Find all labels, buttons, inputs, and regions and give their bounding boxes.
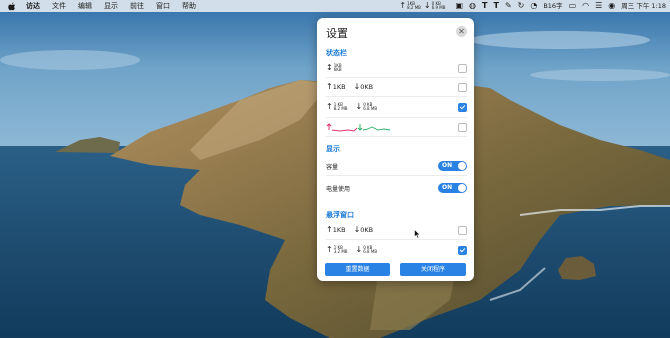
option3-up-bottom: 8.2 MB — [333, 106, 348, 111]
statusbar-option-1-checkbox[interactable] — [458, 64, 467, 73]
statusbar-option-4-checkbox[interactable] — [458, 123, 467, 132]
net-down-bottom: 6.9 MB — [431, 5, 446, 10]
option2-up: 1KB — [332, 83, 346, 91]
statusbar-option-1[interactable]: ↕ 1KB 6KB — [326, 59, 467, 78]
upload-arrow-icon: ↑ — [399, 1, 407, 10]
menu-edit[interactable]: 编辑 — [78, 0, 92, 12]
updown-arrow-icon: ↕ — [326, 63, 333, 72]
battery-toggle[interactable]: ON — [438, 183, 467, 193]
floating1-down: 0KB — [360, 226, 374, 234]
section-floating-title: 悬浮窗口 — [326, 211, 354, 219]
floating2-up-bottom: 3.2 MB — [333, 249, 348, 254]
battery-toggle-label: ON — [442, 184, 453, 191]
menubar-clock[interactable]: 周三 下午 1:18 — [621, 0, 666, 12]
option3-down-bottom: 6.8 MB — [363, 106, 378, 111]
menu-view[interactable]: 显示 — [104, 0, 118, 12]
statusbar-option-2[interactable]: ↑ 1KB ↓ 0KB — [326, 78, 467, 97]
floating-option-2-checkbox[interactable] — [458, 246, 467, 255]
option2-down: 0KB — [360, 83, 374, 91]
user-icon[interactable]: ◉ — [608, 0, 615, 12]
control-center-icon[interactable]: ☰ — [595, 0, 602, 12]
statusbar-option-3-checkbox[interactable] — [458, 103, 467, 112]
sync-icon[interactable]: ↻ — [518, 0, 525, 12]
menu-go[interactable]: 前往 — [130, 0, 144, 12]
text-t-icon[interactable]: T — [482, 0, 487, 12]
download-arrow-icon: ↓ — [355, 102, 363, 111]
upload-arrow-icon: ↑ — [326, 102, 333, 111]
toggle-knob — [458, 162, 466, 170]
display-row-battery: 电量使用 ON — [326, 179, 467, 197]
floating-option-1-checkbox[interactable] — [458, 226, 467, 235]
capacity-toggle-label: ON — [442, 162, 453, 169]
settings-panel: 设置 ✕ 状态栏 ↕ 1KB 6KB ↑ 1KB ↓ 0KB ↑ 1 KB 8.2 … — [317, 18, 474, 281]
panel-title: 设置 — [326, 27, 348, 40]
battery-icon[interactable]: ▭ — [569, 0, 577, 12]
display-row-capacity: 容量 ON — [326, 157, 467, 176]
menu-window[interactable]: 窗口 — [156, 0, 170, 12]
statusbar-option-2-checkbox[interactable] — [458, 83, 467, 92]
input-method[interactable]: B16字 — [543, 0, 562, 12]
net-speed-menu-item[interactable]: ↑ 1KB 8.2 MB ↓ 0 KB 6.9 MB — [399, 2, 445, 10]
toggle-knob — [458, 184, 466, 192]
upload-arrow-icon: ↑ — [326, 82, 333, 91]
monitor-icon[interactable]: ▣ — [455, 0, 463, 12]
upload-arrow-icon: ↑ — [326, 245, 333, 254]
capacity-toggle[interactable]: ON — [438, 161, 467, 171]
wifi-icon[interactable]: ◠ — [582, 0, 589, 12]
display-battery-label: 电量使用 — [326, 185, 351, 193]
statusbar-option-4[interactable] — [326, 118, 467, 137]
apple-icon[interactable] — [7, 0, 16, 12]
floating-option-1[interactable]: ↑ 1KB ↓ 0KB — [326, 221, 467, 240]
quit-app-button[interactable]: 关闭程序 — [400, 263, 466, 276]
speed-graph-icon — [326, 123, 391, 132]
statusbar-option-3[interactable]: ↑ 1 KB 8.2 MB ↓ 0 KB 6.8 MB — [326, 97, 467, 118]
clock-icon[interactable]: ◔ — [530, 0, 537, 12]
display-capacity-label: 容量 — [326, 163, 339, 171]
menu-finder[interactable]: 访达 — [26, 0, 40, 12]
download-arrow-icon: ↓ — [353, 225, 361, 234]
menu-file[interactable]: 文件 — [52, 0, 66, 12]
reset-data-button[interactable]: 重置数据 — [325, 263, 390, 276]
wechat-icon[interactable]: ◍ — [469, 0, 476, 12]
mouse-cursor-icon — [414, 224, 421, 243]
upload-arrow-icon: ↑ — [326, 225, 333, 234]
download-arrow-icon: ↓ — [355, 245, 363, 254]
download-arrow-icon: ↓ — [423, 1, 431, 10]
menu-bar: 访达 文件 编辑 显示 前往 窗口 帮助 ↑ 1KB 8.2 MB ↓ 0 KB… — [0, 0, 670, 12]
text-t2-icon[interactable]: T — [493, 0, 498, 12]
section-display-title: 显示 — [326, 145, 340, 153]
net-up-bottom: 8.2 MB — [407, 5, 421, 10]
floating2-down-bottom: 6.8 MB — [363, 249, 378, 254]
pen-icon[interactable]: ✎ — [505, 0, 512, 12]
menu-help[interactable]: 帮助 — [182, 0, 196, 12]
option1-bottom: 6KB — [333, 67, 342, 72]
floating1-up: 1KB — [332, 226, 346, 234]
floating-option-2[interactable]: ↑ 1 KB 3.2 MB ↓ 0 KB 6.8 MB — [326, 240, 467, 260]
section-statusbar-title: 状态栏 — [326, 49, 347, 57]
close-icon[interactable]: ✕ — [456, 26, 467, 37]
download-arrow-icon: ↓ — [353, 82, 361, 91]
